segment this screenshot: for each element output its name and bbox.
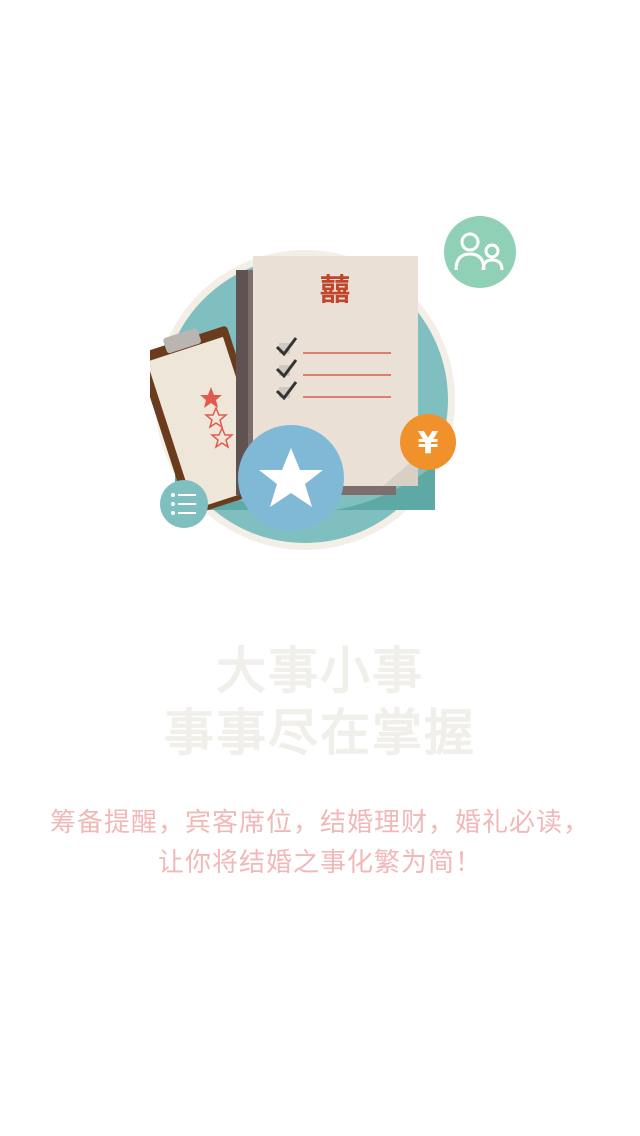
headline-line-1: 大事小事 [216,642,424,700]
star-icon [238,425,344,531]
headline: 大事小事 事事尽在掌握 [0,640,640,764]
yen-icon: ¥ [400,414,456,470]
wedding-planning-illustration: 囍 ¥ [150,216,516,550]
feature-description: 筹备提醒，宾客席位，结婚理财，婚礼必读， 让你将结婚之事化繁为简！ [0,803,640,883]
description-line-2: 让你将结婚之事化繁为简！ [157,848,482,878]
double-happiness-char: 囍 [320,273,350,308]
yen-symbol: ¥ [418,426,439,461]
people-icon [444,216,516,288]
list-icon [160,480,208,528]
description-line-1: 筹备提醒，宾客席位，结婚理财，婚礼必读， [49,808,590,838]
onboarding-page: 囍 ¥ 大事小事 事事尽在掌握 筹备提醒，宾客席位，结婚理财，婚礼必读， 让你将… [0,0,640,1136]
headline-line-2: 事事尽在掌握 [164,704,476,762]
